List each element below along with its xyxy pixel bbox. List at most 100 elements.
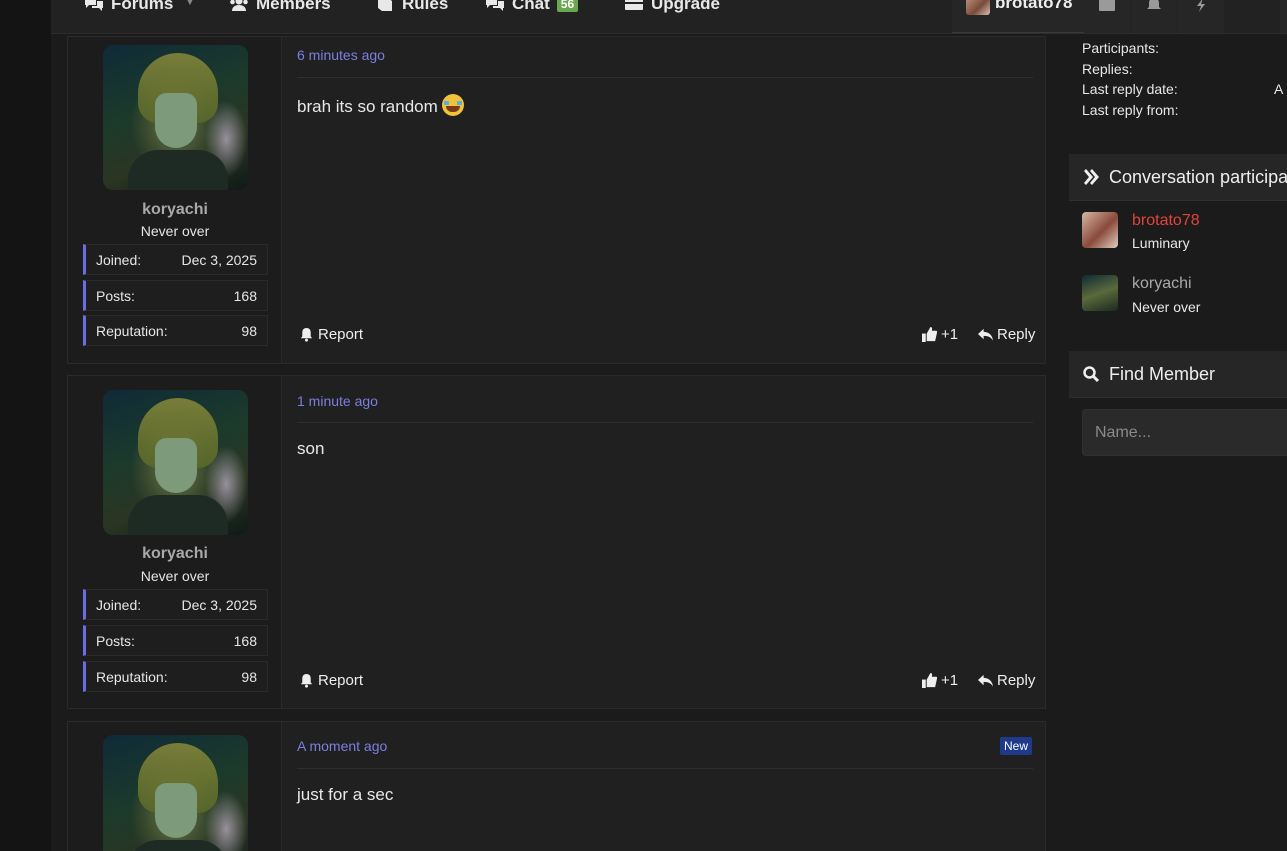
post-text: just for a sec	[297, 785, 394, 804]
stat-label: Joined:	[96, 597, 142, 613]
current-username: brotato78	[995, 0, 1073, 12]
post-author-panel: koryachi Never over Joined: Dec 3, 2025 P…	[68, 37, 282, 363]
messages-button[interactable]	[1084, 0, 1130, 33]
nav-rules[interactable]: Rules	[375, 0, 448, 14]
stat-value: Dec 3, 2025	[181, 252, 258, 268]
author-avatar[interactable]	[103, 390, 248, 535]
nav-chat-label: Chat	[512, 0, 550, 13]
participant-name[interactable]: brotato78	[1132, 212, 1200, 230]
post-text: brah its so random	[297, 97, 438, 116]
theme-toggle[interactable]	[1280, 0, 1287, 33]
post: A moment ago New just for a sec	[67, 721, 1046, 851]
reply-button[interactable]: Reply	[978, 672, 1035, 689]
report-label: Report	[318, 326, 364, 343]
bell-icon	[300, 673, 313, 688]
stat-posts: Posts: 168	[83, 280, 268, 311]
nav-upgrade-label: Upgrade	[651, 0, 720, 13]
left-gutter	[0, 0, 51, 851]
post-text: son	[297, 439, 325, 458]
stat-value: 168	[233, 633, 257, 649]
participant-name[interactable]: koryachi	[1132, 275, 1192, 293]
chat-bubbles-icon	[85, 0, 103, 11]
author-avatar[interactable]	[103, 45, 248, 190]
top-navbar: Forums ▼ Members Rules Chat 56 Upgrade b…	[51, 0, 1287, 34]
report-label: Report	[318, 672, 364, 689]
stat-value: 168	[233, 288, 257, 304]
avatar	[966, 0, 990, 15]
stat-value: 98	[241, 669, 257, 685]
stat-label: Reputation:	[96, 669, 168, 685]
post-timestamp[interactable]: 6 minutes ago	[297, 47, 385, 63]
post-author-panel: koryachi Never over Joined: Dec 3, 2025 P…	[68, 376, 282, 708]
report-button[interactable]: Report	[299, 672, 363, 689]
search-icon	[1083, 366, 1099, 382]
new-badge: New	[999, 737, 1032, 755]
report-button[interactable]: Report	[299, 326, 363, 343]
envelope-icon	[1099, 0, 1115, 11]
chat-count-badge: 56	[556, 0, 579, 12]
participant-title: Never over	[1132, 299, 1201, 315]
participants-header: Conversation participa	[1069, 154, 1287, 201]
nav-upgrade[interactable]: Upgrade	[624, 0, 720, 14]
find-member-header: Find Member	[1069, 351, 1287, 398]
like-count: +1	[941, 672, 959, 689]
nav-forums[interactable]: Forums	[84, 0, 173, 14]
divider	[297, 422, 1033, 423]
post-author-panel	[68, 722, 282, 851]
lightning-icon	[1197, 0, 1205, 12]
nav-forums-label: Forums	[111, 0, 174, 13]
nav-rules-label: Rules	[402, 0, 449, 13]
double-chevron-right-icon	[1084, 169, 1099, 185]
activity-button[interactable]	[1178, 0, 1224, 33]
chat-bubbles-icon	[486, 0, 504, 11]
stat-label: Reputation:	[96, 323, 168, 339]
bell-icon	[1147, 0, 1161, 9]
participants-title: Conversation participa	[1109, 166, 1287, 187]
stat-joined: Joined: Dec 3, 2025	[83, 589, 268, 620]
info-last-reply-date-value: A	[1274, 81, 1284, 97]
author-username[interactable]: koryachi	[68, 201, 282, 219]
divider	[297, 77, 1033, 78]
loudly-crying-face-icon	[441, 94, 464, 116]
stat-joined: Joined: Dec 3, 2025	[83, 244, 268, 275]
stat-label: Posts:	[96, 633, 135, 649]
user-menu[interactable]: brotato78	[952, 0, 1084, 33]
nav-members[interactable]: Members	[229, 0, 331, 14]
find-member-input[interactable]	[1082, 409, 1287, 456]
reply-button[interactable]: Reply	[978, 326, 1035, 343]
stat-reputation: Reputation: 98	[83, 315, 268, 346]
notifications-button[interactable]	[1131, 0, 1177, 33]
avatar[interactable]	[1082, 275, 1118, 311]
reply-icon	[978, 328, 993, 341]
stat-reputation: Reputation: 98	[83, 661, 268, 692]
author-title: Never over	[140, 568, 210, 584]
find-member-title: Find Member	[1109, 363, 1216, 384]
info-participants-label: Participants:	[1082, 40, 1160, 56]
avatar[interactable]	[1082, 212, 1118, 248]
stat-value: 98	[241, 323, 257, 339]
reply-icon	[978, 674, 993, 687]
users-icon	[230, 0, 248, 11]
like-button[interactable]: +1	[922, 672, 958, 689]
bell-icon	[300, 327, 313, 342]
post-body: brah its so random	[297, 94, 464, 117]
author-avatar[interactable]	[103, 735, 248, 851]
chevron-down-icon[interactable]: ▼	[184, 0, 196, 8]
participant-title: Luminary	[1132, 235, 1190, 251]
thumbs-up-icon	[922, 673, 937, 688]
post-timestamp[interactable]: 1 minute ago	[297, 393, 378, 409]
like-count: +1	[941, 326, 959, 343]
stat-label: Posts:	[96, 288, 135, 304]
post-timestamp[interactable]: A moment ago	[297, 738, 387, 754]
stat-posts: Posts: 168	[83, 625, 268, 656]
post: koryachi Never over Joined: Dec 3, 2025 P…	[67, 36, 1046, 364]
info-last-reply-from-label: Last reply from:	[1082, 102, 1179, 118]
author-username[interactable]: koryachi	[68, 545, 282, 563]
like-button[interactable]: +1	[922, 326, 958, 343]
stat-value: Dec 3, 2025	[181, 597, 258, 613]
reply-label: Reply	[997, 672, 1036, 689]
nav-chat[interactable]: Chat 56	[485, 0, 579, 14]
post: koryachi Never over Joined: Dec 3, 2025 P…	[67, 375, 1046, 709]
book-icon	[378, 0, 392, 11]
reply-label: Reply	[997, 326, 1036, 343]
